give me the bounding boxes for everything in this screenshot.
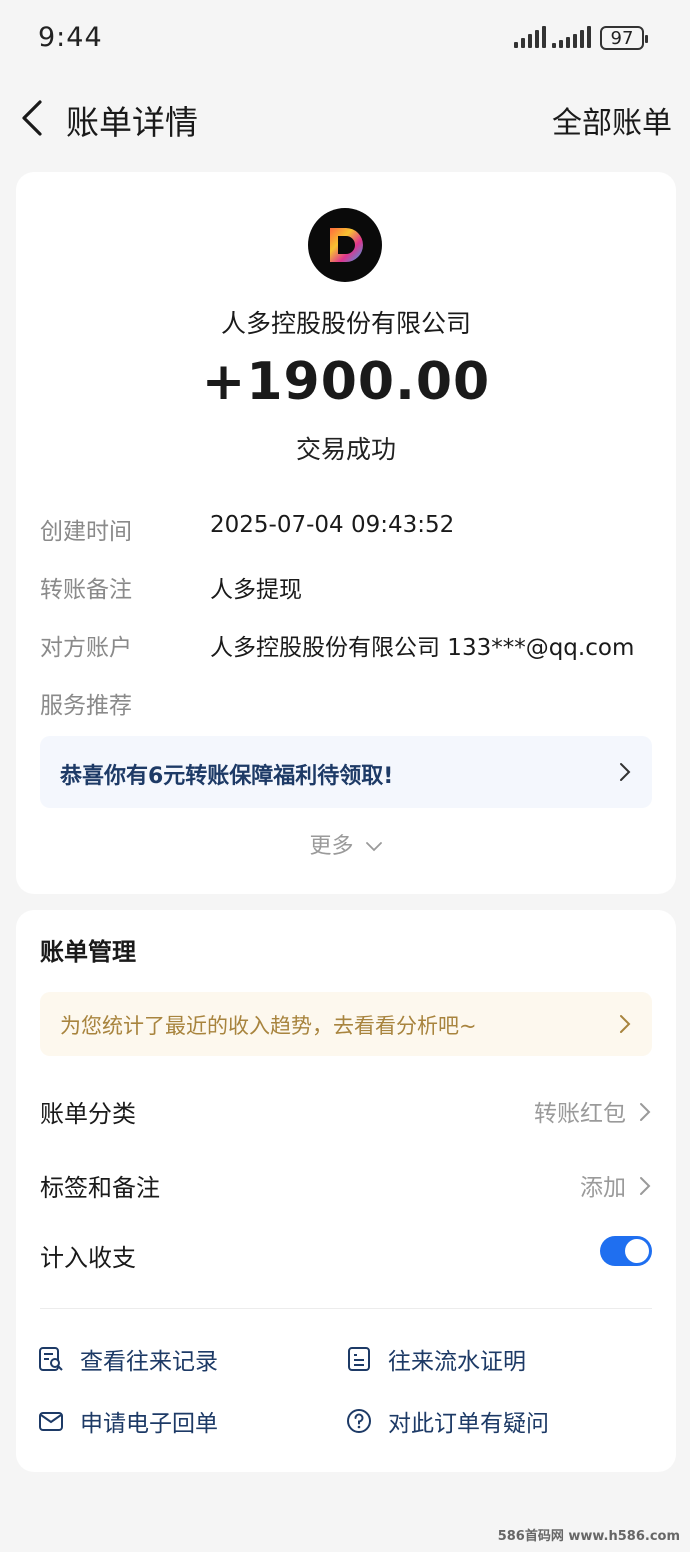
signal-icon-2 (552, 26, 591, 48)
tags-notes-value: 添加 (580, 1175, 626, 1201)
chevron-right-icon (640, 1103, 651, 1121)
chevron-down-icon (365, 842, 382, 852)
watermark: 586首码网 www.h586.com (497, 1529, 680, 1544)
insight-text: 为您统计了最近的收入趋势，去看看分析吧~ (60, 1014, 477, 1038)
detail-label: 服务推荐 (40, 693, 132, 719)
statement-proof-label: 往来流水证明 (388, 1349, 526, 1375)
detail-value: 人多控股股份有限公司 133***@qq.com (210, 635, 635, 661)
detail-row-service: 服务推荐 (40, 686, 660, 726)
detail-row-counterparty: 对方账户 人多控股股份有限公司 133***@qq.com (40, 628, 660, 668)
mail-icon (39, 1412, 63, 1431)
detail-label: 创建时间 (40, 519, 132, 545)
transaction-amount: +1900.00 (201, 352, 491, 412)
merchant-logo-icon (308, 208, 382, 282)
chevron-right-icon (620, 763, 631, 781)
signal-icon (514, 26, 546, 48)
promo-text: 恭喜你有6元转账保障福利待领取! (60, 764, 394, 789)
tags-notes-label: 标签和备注 (40, 1174, 160, 1202)
merchant-name: 人多控股股份有限公司 (220, 309, 471, 338)
chevron-right-icon (640, 1177, 651, 1195)
document-icon (348, 1347, 370, 1371)
order-question-label: 对此订单有疑问 (388, 1411, 549, 1437)
include-balance-toggle[interactable] (600, 1236, 652, 1266)
income-trend-banner[interactable]: 为您统计了最近的收入趋势，去看看分析吧~ (40, 992, 652, 1056)
page-title: 账单详情 (66, 103, 198, 142)
records-search-icon (39, 1347, 63, 1371)
more-toggle[interactable]: 更多 (16, 828, 676, 860)
detail-label: 对方账户 (40, 635, 132, 661)
detail-row-created-time: 创建时间 2025-07-04 09:43:52 (40, 512, 660, 552)
status-time: 9:44 (38, 22, 103, 53)
detail-value: 人多提现 (210, 577, 302, 603)
question-icon (347, 1409, 371, 1433)
e-receipt-label: 申请电子回单 (80, 1411, 218, 1437)
back-icon[interactable] (16, 98, 52, 138)
bill-category-value: 转账红包 (534, 1101, 626, 1127)
all-bills-link[interactable]: 全部账单 (552, 98, 672, 142)
view-records-label: 查看往来记录 (80, 1349, 218, 1375)
include-balance-row: 计入收支 (40, 1234, 652, 1278)
nav-bar: 账单详情 全部账单 (0, 80, 690, 156)
status-bar: 9:44 97 (0, 0, 690, 78)
detail-value: 2025-07-04 09:43:52 (210, 512, 455, 538)
bill-management-card: 账单管理 为您统计了最近的收入趋势，去看看分析吧~ 账单分类 转账红包 标签和备… (16, 910, 676, 1472)
section-title: 账单管理 (40, 938, 136, 966)
more-label: 更多 (309, 834, 354, 859)
promo-banner[interactable]: 恭喜你有6元转账保障福利待领取! (40, 736, 652, 808)
chevron-right-icon (620, 1015, 631, 1033)
include-balance-label: 计入收支 (40, 1244, 136, 1272)
bill-category-row[interactable]: 账单分类 转账红包 (40, 1090, 652, 1134)
transaction-card: 人多控股股份有限公司 +1900.00 交易成功 创建时间 2025-07-04… (16, 172, 676, 894)
bill-category-label: 账单分类 (40, 1100, 136, 1128)
detail-label: 转账备注 (40, 577, 132, 603)
tags-notes-row[interactable]: 标签和备注 添加 (40, 1164, 652, 1208)
detail-row-remark: 转账备注 人多提现 (40, 570, 660, 610)
battery-icon: 97 (600, 26, 648, 50)
transaction-status: 交易成功 (295, 435, 396, 464)
divider (40, 1308, 652, 1309)
